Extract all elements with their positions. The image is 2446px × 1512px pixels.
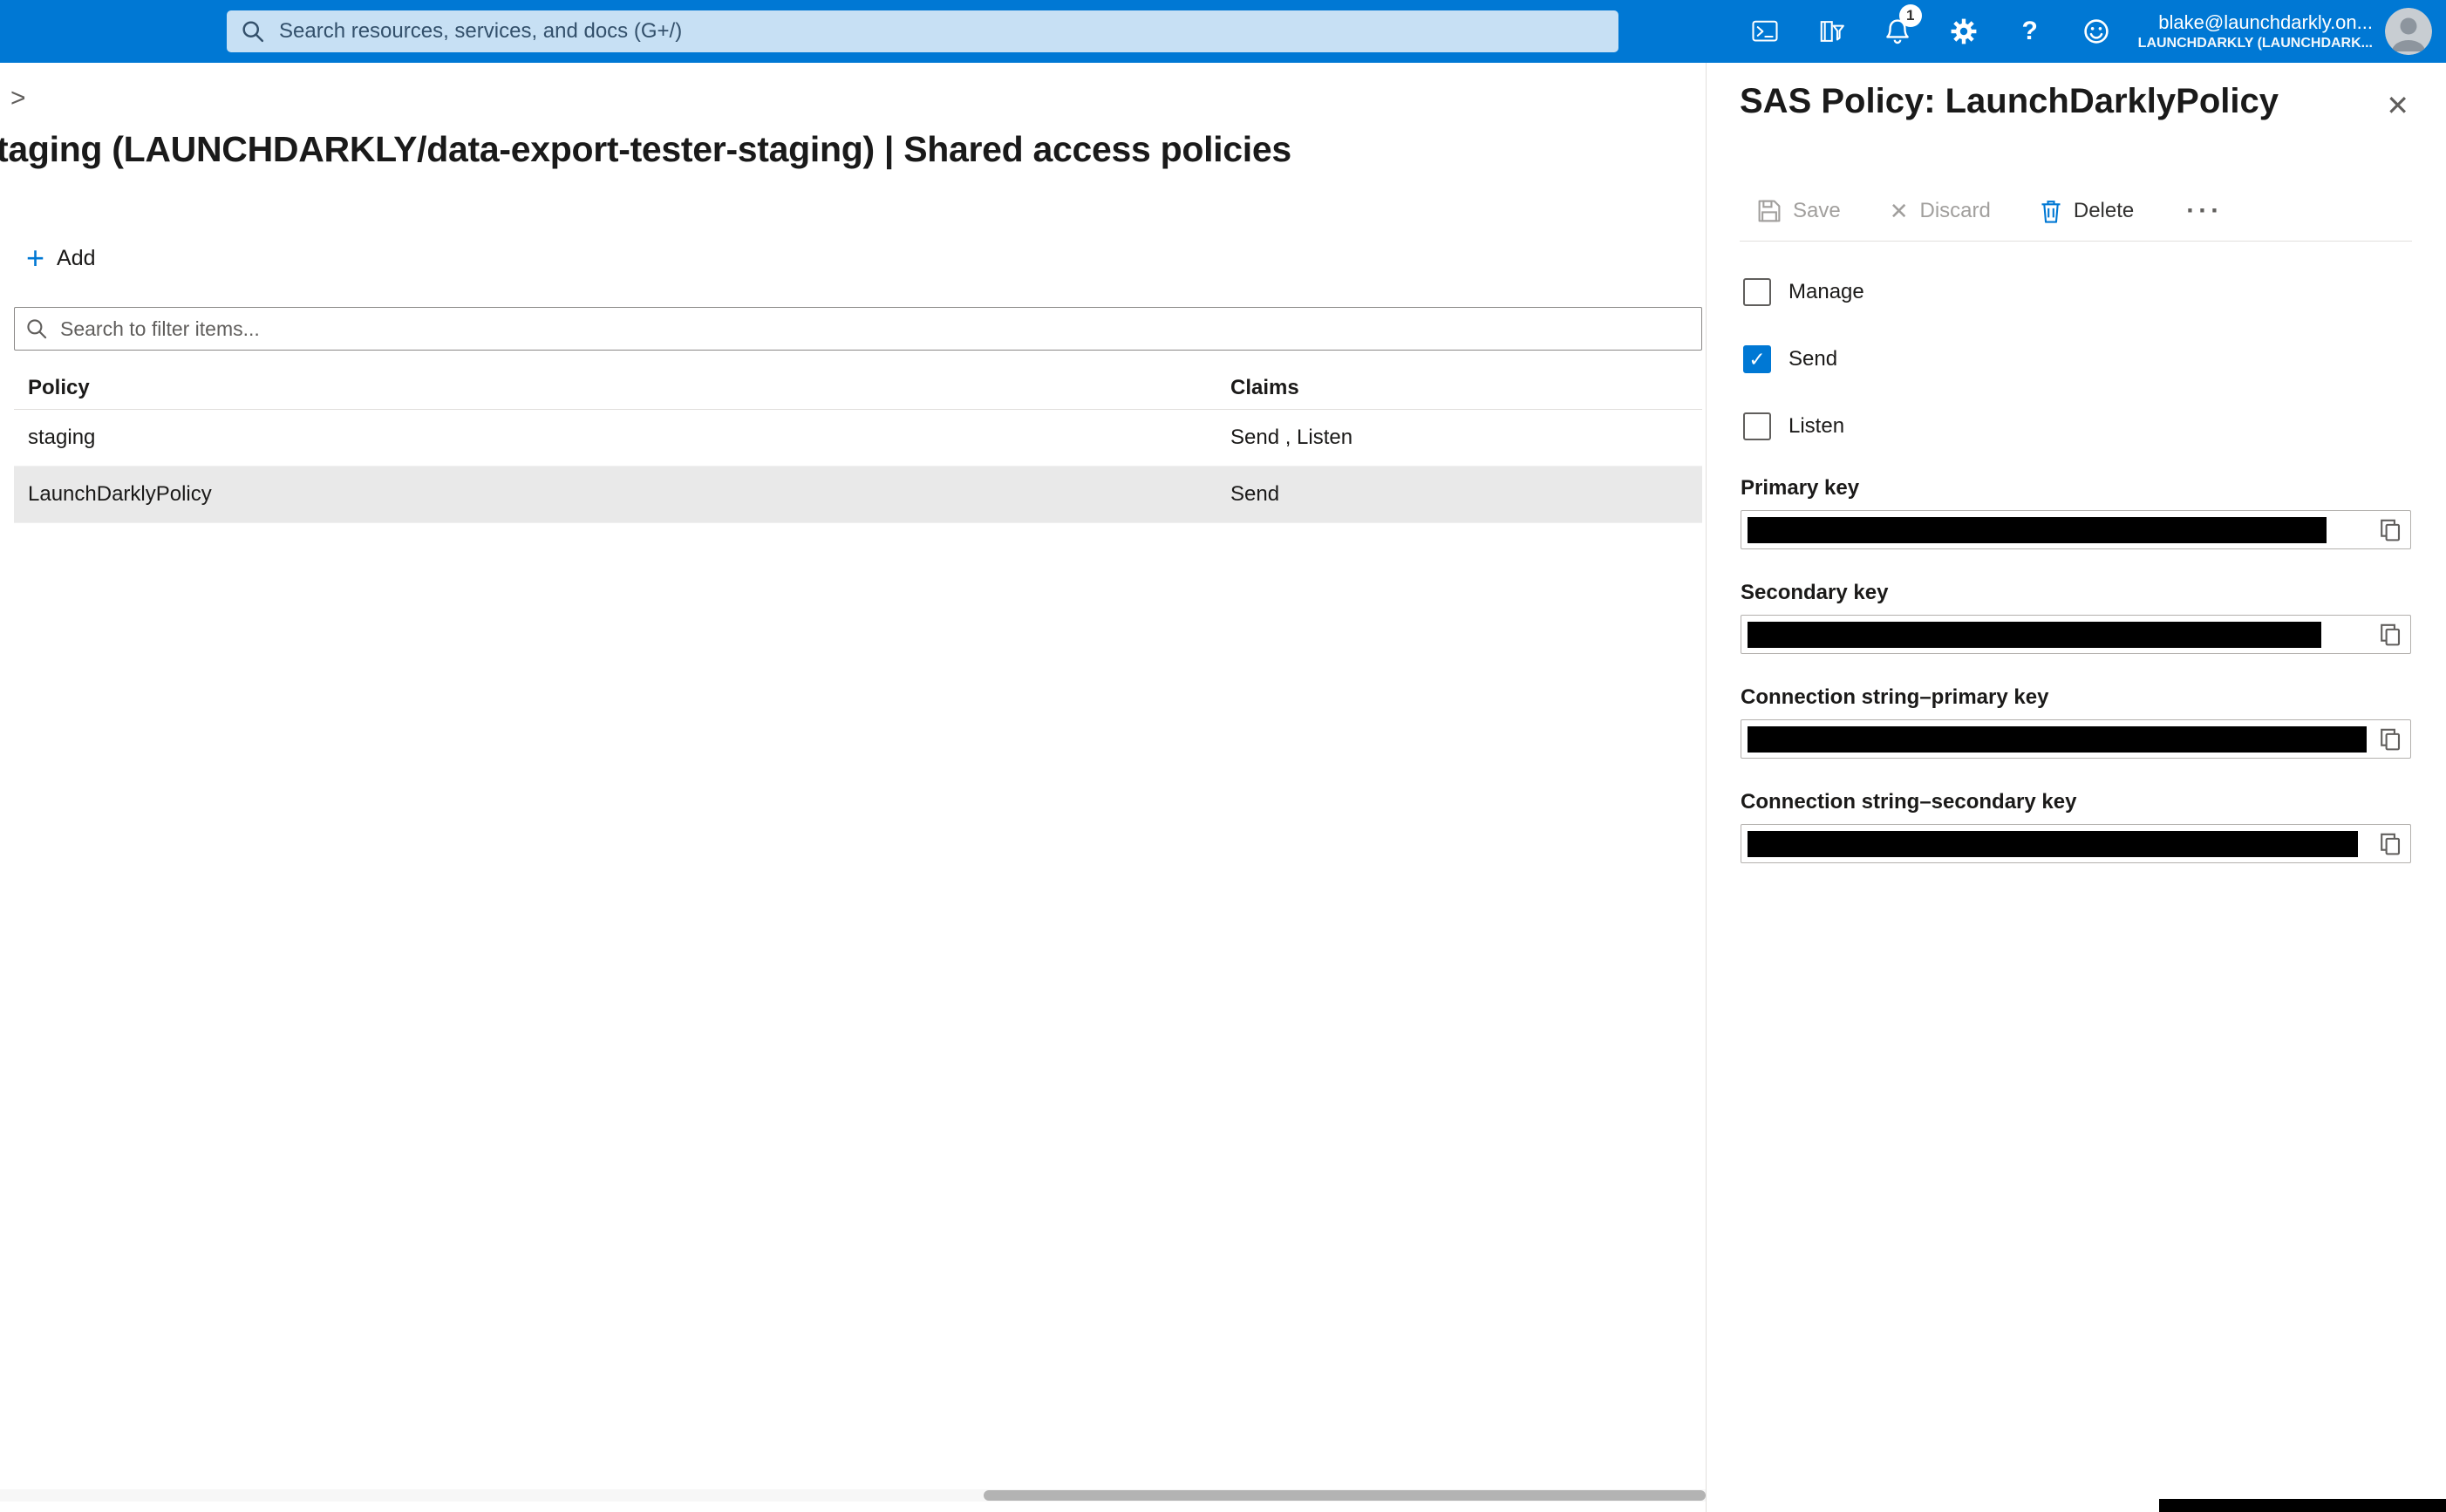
- primary-key-field[interactable]: [1741, 510, 2411, 549]
- directories-filter-button[interactable]: [1798, 0, 1864, 63]
- table-row-launchdarklypolicy[interactable]: LaunchDarklyPolicy Send: [14, 467, 1702, 523]
- save-icon: [1757, 199, 1782, 223]
- search-icon: [241, 19, 265, 44]
- help-button[interactable]: ?: [1997, 0, 2063, 63]
- policies-table: Policy Claims staging Send , Listen Laun…: [14, 366, 1702, 523]
- connection-string-secondary-group: Connection string–secondary key: [1741, 790, 2411, 863]
- horizontal-scrollbar[interactable]: [0, 1489, 1706, 1502]
- save-button[interactable]: Save: [1757, 199, 1841, 223]
- top-bar: 1 ?: [0, 0, 2446, 63]
- notification-badge: 1: [1899, 4, 1922, 27]
- breadcrumb-chevron[interactable]: >: [10, 84, 26, 113]
- secondary-key-label: Secondary key: [1741, 581, 2411, 605]
- cloud-shell-button[interactable]: [1732, 0, 1798, 63]
- connection-string-primary-label: Connection string–primary key: [1741, 685, 2411, 710]
- directories-filter-icon: [1817, 18, 1845, 44]
- account-directory: LAUNCHDARKLY (LAUNCHDARK...: [2138, 35, 2373, 52]
- copy-icon: [2378, 623, 2402, 647]
- table-header: Policy Claims: [14, 366, 1702, 410]
- checkbox-row-listen[interactable]: ✓ Listen: [1743, 412, 1844, 441]
- secondary-key-group: Secondary key: [1741, 581, 2411, 654]
- azure-portal: 1 ?: [0, 0, 2446, 1512]
- redacted-value: [1748, 831, 2358, 857]
- listen-checkbox[interactable]: ✓: [1743, 412, 1771, 440]
- add-policy-button[interactable]: + Add: [26, 242, 96, 274]
- global-search-input[interactable]: [277, 18, 1605, 44]
- redacted-value: [1748, 622, 2321, 648]
- policy-name: LaunchDarklyPolicy: [28, 482, 1230, 507]
- manage-label: Manage: [1789, 280, 1864, 304]
- connection-string-secondary-label: Connection string–secondary key: [1741, 790, 2411, 814]
- redacted-value: [1748, 726, 2367, 753]
- connection-string-primary-field[interactable]: [1741, 719, 2411, 759]
- gear-icon: [1950, 17, 1978, 45]
- policy-name: staging: [28, 426, 1230, 450]
- filter-search-icon: [25, 317, 48, 340]
- checkbox-row-send[interactable]: ✓ Send: [1743, 344, 1837, 374]
- save-label: Save: [1793, 199, 1841, 223]
- discard-icon: ✕: [1890, 200, 1909, 222]
- account-email: blake@launchdarkly.on...: [2138, 10, 2373, 35]
- column-header-policy[interactable]: Policy: [28, 376, 1230, 400]
- avatar-person-icon: [2385, 8, 2432, 55]
- send-checkbox[interactable]: ✓: [1743, 345, 1771, 373]
- listen-label: Listen: [1789, 414, 1844, 439]
- checkbox-row-manage[interactable]: ✓ Manage: [1743, 277, 1864, 307]
- delete-label: Delete: [2074, 199, 2134, 223]
- policy-claims: Send: [1230, 482, 1702, 507]
- topbar-actions: 1 ?: [1732, 0, 2446, 63]
- copy-icon: [2378, 727, 2402, 752]
- primary-key-label: Primary key: [1741, 476, 2411, 501]
- ellipsis-icon: ···: [2186, 196, 2223, 225]
- copy-secondary-key-button[interactable]: [2377, 622, 2403, 648]
- copy-icon: [2378, 832, 2402, 856]
- trash-icon: [2040, 199, 2062, 223]
- send-label: Send: [1789, 347, 1837, 371]
- notifications-button[interactable]: 1: [1864, 0, 1931, 63]
- discard-button[interactable]: ✕ Discard: [1890, 199, 1991, 223]
- filter-box[interactable]: [14, 307, 1702, 351]
- secondary-key-field[interactable]: [1741, 615, 2411, 654]
- account-menu[interactable]: blake@launchdarkly.on... LAUNCHDARKLY (L…: [2138, 10, 2373, 52]
- close-button[interactable]: ✕: [2386, 89, 2409, 122]
- manage-checkbox[interactable]: ✓: [1743, 278, 1771, 306]
- close-icon: ✕: [2386, 90, 2409, 121]
- policy-claims: Send , Listen: [1230, 426, 1702, 450]
- primary-key-group: Primary key: [1741, 476, 2411, 549]
- feedback-button[interactable]: [2063, 0, 2129, 63]
- copy-connection-primary-button[interactable]: [2377, 726, 2403, 753]
- help-icon: ?: [2022, 17, 2038, 46]
- filter-input[interactable]: [58, 317, 1691, 342]
- connection-string-secondary-field[interactable]: [1741, 824, 2411, 863]
- discard-label: Discard: [1920, 199, 1991, 223]
- smiley-icon: [2082, 17, 2110, 45]
- copy-primary-key-button[interactable]: [2377, 517, 2403, 543]
- redacted-value: [1748, 517, 2327, 543]
- cloud-shell-icon: [1750, 18, 1780, 44]
- delete-button[interactable]: Delete: [2040, 199, 2134, 223]
- avatar[interactable]: [2385, 8, 2432, 55]
- settings-gear-button[interactable]: [1931, 0, 1997, 63]
- toolbar-divider: [1740, 241, 2412, 242]
- sas-policy-panel: SAS Policy: LaunchDarklyPolicy ✕ Save ✕ …: [1706, 63, 2446, 1512]
- global-search-box[interactable]: [227, 10, 1618, 52]
- bottom-black-strip: [2159, 1499, 2446, 1512]
- plus-icon: +: [26, 242, 44, 274]
- copy-connection-secondary-button[interactable]: [2377, 831, 2403, 857]
- check-icon: ✓: [1748, 350, 1765, 370]
- panel-toolbar: Save ✕ Discard Delete ···: [1757, 192, 2223, 230]
- horizontal-scrollbar-thumb[interactable]: [984, 1490, 1706, 1501]
- panel-title: SAS Policy: LaunchDarklyPolicy: [1740, 82, 2279, 121]
- column-header-claims[interactable]: Claims: [1230, 376, 1702, 400]
- add-label: Add: [57, 246, 95, 271]
- table-row-staging[interactable]: staging Send , Listen: [14, 410, 1702, 467]
- more-commands-button[interactable]: ···: [2186, 196, 2223, 226]
- copy-icon: [2378, 518, 2402, 542]
- page-title: taging (LAUNCHDARKLY/data-export-tester-…: [0, 129, 1291, 170]
- connection-string-primary-group: Connection string–primary key: [1741, 685, 2411, 759]
